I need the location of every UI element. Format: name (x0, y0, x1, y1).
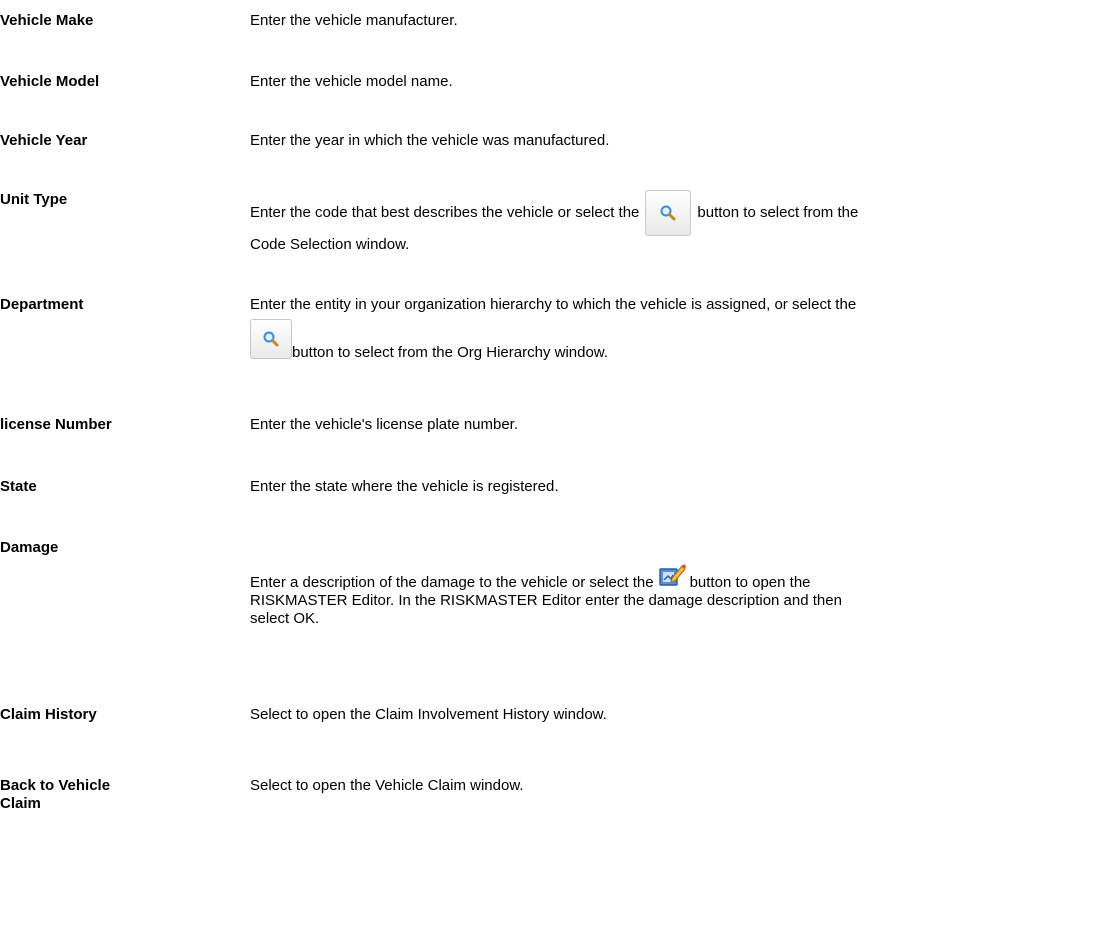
desc-unit-type-text-c: Code Selection window. (250, 236, 410, 253)
desc-damage-text-c: RISKMASTER Editor. In the RISKMASTER Edi… (250, 592, 842, 609)
term-back-to-vehicle-claim-b: Claim (0, 795, 41, 812)
desc-damage-line1: Enter a description of the damage to the… (250, 563, 1116, 592)
search-icon (263, 331, 279, 347)
editor-icon (658, 564, 686, 586)
open-editor-button[interactable] (658, 563, 686, 589)
desc-damage: Enter a description of the damage to the… (250, 563, 1116, 628)
desc-damage-text-a: Enter a description of the damage to the… (250, 574, 654, 591)
term-vehicle-model: Vehicle Model (0, 73, 100, 90)
term-back-to-vehicle-claim: Back to Vehicle Claim (0, 777, 150, 813)
desc-unit-type-text-b: button to select from the (697, 203, 859, 221)
desc-department-text-a: Enter the entity in your organization hi… (250, 296, 857, 313)
desc-unit-type-text-a: Enter the code that best describes the v… (250, 203, 640, 221)
desc-back-to-vehicle-claim: Select to open the Vehicle Claim window. (250, 777, 524, 794)
desc-unit-type: Enter the code that best describes the v… (250, 190, 1116, 254)
term-damage: Damage (0, 539, 59, 556)
term-department: Department (0, 296, 84, 313)
code-lookup-button[interactable] (645, 190, 692, 236)
desc-claim-history: Select to open the Claim Involvement His… (250, 706, 607, 723)
desc-damage-text-d: select OK. (250, 610, 320, 627)
term-vehicle-make: Vehicle Make (0, 12, 94, 29)
desc-state: Enter the state where the vehicle is reg… (250, 478, 559, 495)
desc-damage-text-b: button to open the (689, 574, 811, 591)
desc-department-line2: button to select from the Org Hierarchy … (250, 319, 1116, 362)
desc-license-number: Enter the vehicle's license plate number… (250, 416, 519, 433)
desc-unit-type-line1: Enter the code that best describes the v… (250, 190, 1116, 236)
term-unit-type: Unit Type (0, 191, 68, 208)
term-vehicle-year: Vehicle Year (0, 132, 88, 149)
desc-vehicle-model: Enter the vehicle model name. (250, 73, 453, 90)
term-license-number: license Number (0, 416, 112, 433)
term-claim-history: Claim History (0, 706, 97, 723)
term-back-to-vehicle-claim-a: Back to Vehicle (0, 777, 111, 794)
search-icon (660, 205, 676, 221)
desc-vehicle-year: Enter the year in which the vehicle was … (250, 132, 610, 149)
desc-department-text-b: button to select from the Org Hierarchy … (292, 343, 608, 361)
desc-department: Enter the entity in your organization hi… (250, 296, 1116, 362)
org-hierarchy-lookup-button[interactable] (250, 319, 292, 359)
desc-vehicle-make: Enter the vehicle manufacturer. (250, 12, 458, 29)
term-state: State (0, 478, 37, 495)
